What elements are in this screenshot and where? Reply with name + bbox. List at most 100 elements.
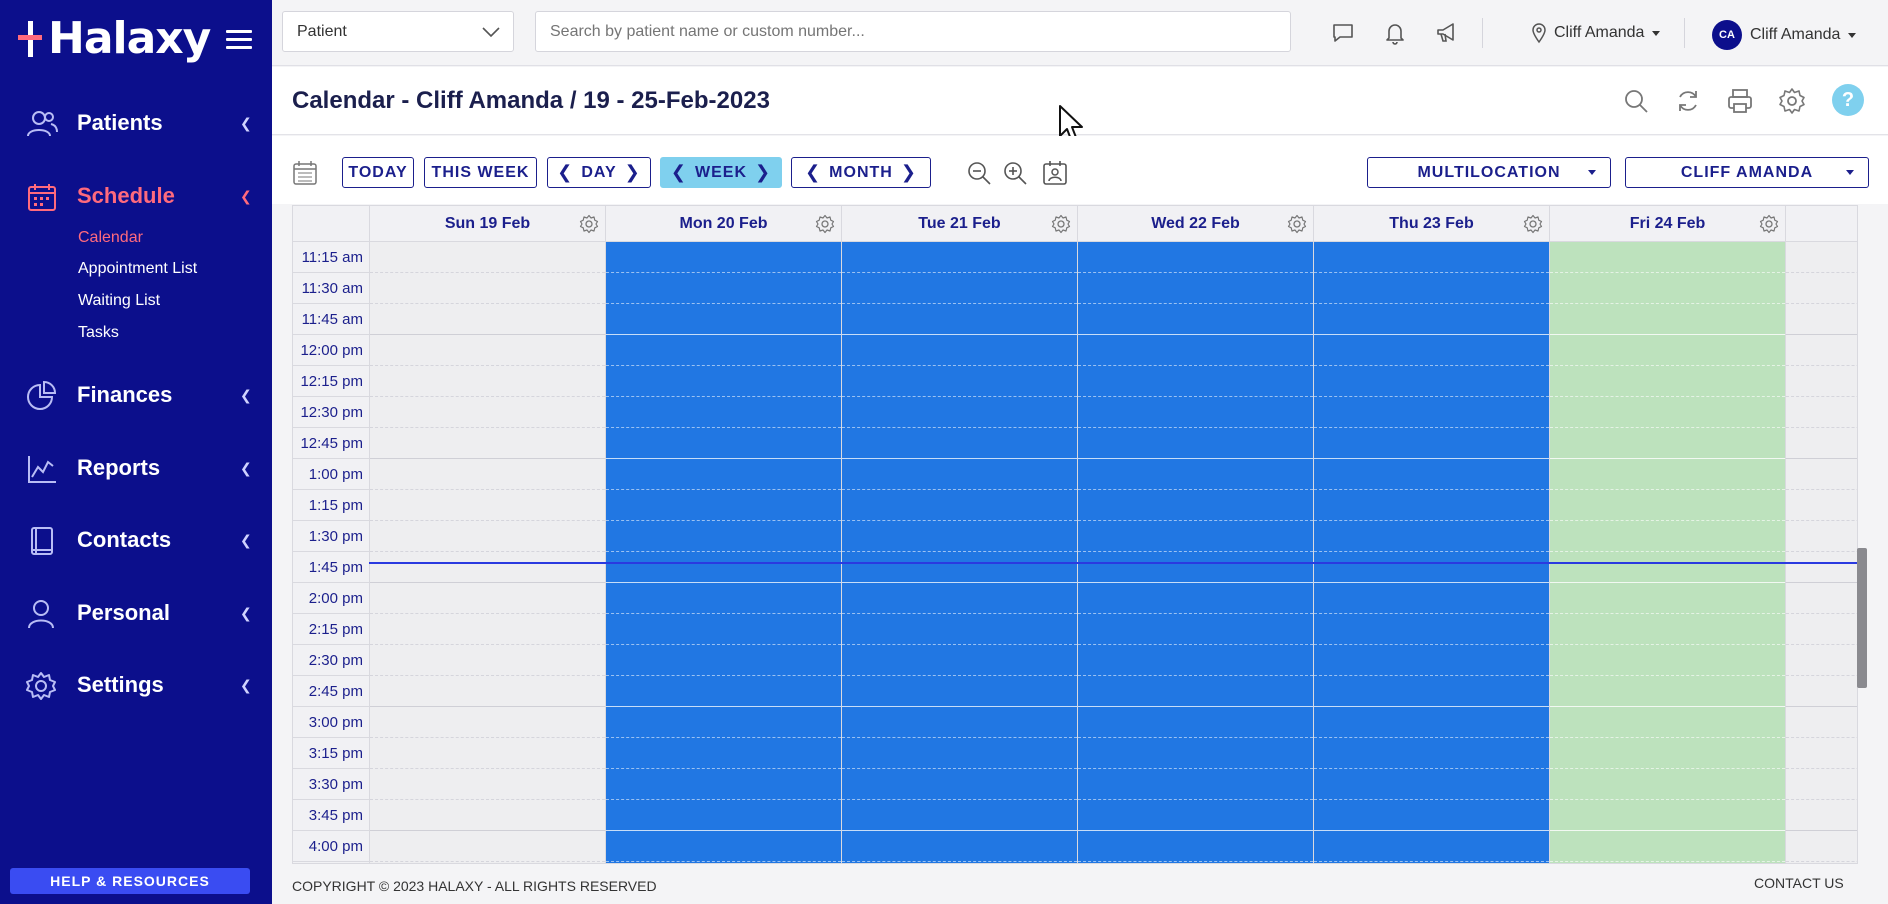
- today-button[interactable]: TODAY: [342, 157, 414, 188]
- day-header[interactable]: S: [1785, 206, 1857, 242]
- time-slot[interactable]: [1078, 707, 1313, 738]
- chevron-left-icon[interactable]: ❮: [663, 162, 695, 183]
- time-slot[interactable]: [1786, 614, 1857, 645]
- settings-gear-icon[interactable]: [1778, 87, 1806, 115]
- time-slot[interactable]: [1786, 521, 1857, 552]
- day-settings-gear-icon[interactable]: [1287, 214, 1307, 234]
- sidebar-item-schedule[interactable]: Schedule ❮: [0, 174, 272, 218]
- time-slot[interactable]: [370, 552, 605, 583]
- time-slot[interactable]: [370, 490, 605, 521]
- subnav-tasks[interactable]: Tasks: [78, 324, 119, 342]
- time-slot[interactable]: [1078, 614, 1313, 645]
- time-slot[interactable]: [370, 583, 605, 614]
- time-slot[interactable]: [1078, 769, 1313, 800]
- time-slot[interactable]: [842, 490, 1077, 521]
- time-slot[interactable]: [1550, 335, 1785, 366]
- time-slot[interactable]: [842, 521, 1077, 552]
- location-select[interactable]: Cliff Amanda: [1530, 20, 1661, 46]
- time-slot[interactable]: [1314, 583, 1549, 614]
- chevron-left-icon[interactable]: ❮: [797, 162, 829, 183]
- time-slot[interactable]: [1786, 242, 1857, 273]
- time-slot[interactable]: [842, 676, 1077, 707]
- time-slot[interactable]: [606, 583, 841, 614]
- time-slot[interactable]: [842, 800, 1077, 831]
- time-slot[interactable]: [606, 397, 841, 428]
- time-slot[interactable]: [1314, 676, 1549, 707]
- time-slot[interactable]: [370, 769, 605, 800]
- time-slot[interactable]: [1550, 831, 1785, 862]
- time-slot[interactable]: [1314, 242, 1549, 273]
- time-slot[interactable]: [1078, 521, 1313, 552]
- time-slot[interactable]: [1786, 552, 1857, 583]
- user-menu[interactable]: CA Cliff Amanda: [1712, 20, 1857, 50]
- time-slot[interactable]: [370, 335, 605, 366]
- subnav-appointment-list[interactable]: Appointment List: [78, 260, 197, 278]
- day-column[interactable]: [369, 242, 605, 863]
- time-slot[interactable]: [606, 676, 841, 707]
- time-slot[interactable]: [370, 521, 605, 552]
- day-column[interactable]: [841, 242, 1077, 863]
- time-slot[interactable]: [370, 800, 605, 831]
- day-header[interactable]: Fri 24 Feb: [1549, 206, 1785, 242]
- month-view-button[interactable]: ❮ MONTH ❯: [791, 157, 931, 188]
- time-slot[interactable]: [1550, 645, 1785, 676]
- sidebar-item-personal[interactable]: Personal ❮: [0, 591, 272, 635]
- time-slot[interactable]: [1550, 428, 1785, 459]
- time-slot[interactable]: [1786, 490, 1857, 521]
- time-slot[interactable]: [606, 304, 841, 335]
- time-slot[interactable]: [842, 769, 1077, 800]
- contact-card-icon[interactable]: [1042, 160, 1068, 186]
- time-slot[interactable]: [1314, 800, 1549, 831]
- time-slot[interactable]: [1314, 552, 1549, 583]
- search-icon[interactable]: [1622, 87, 1650, 115]
- time-slot[interactable]: [1550, 366, 1785, 397]
- menu-toggle-icon[interactable]: [226, 30, 252, 50]
- time-slot[interactable]: [1314, 707, 1549, 738]
- time-slot[interactable]: [1314, 428, 1549, 459]
- day-column[interactable]: [1313, 242, 1549, 863]
- contact-us-link[interactable]: CONTACT US: [1754, 875, 1844, 891]
- time-slot[interactable]: [1550, 583, 1785, 614]
- time-slot[interactable]: [606, 645, 841, 676]
- time-slot[interactable]: [1550, 552, 1785, 583]
- time-slot[interactable]: [1314, 397, 1549, 428]
- time-slot[interactable]: [1314, 459, 1549, 490]
- time-slot[interactable]: [1786, 645, 1857, 676]
- time-slot[interactable]: [1550, 490, 1785, 521]
- megaphone-icon[interactable]: [1434, 20, 1460, 46]
- time-slot[interactable]: [370, 273, 605, 304]
- time-slot[interactable]: [606, 831, 841, 862]
- time-slot[interactable]: [370, 707, 605, 738]
- time-slot[interactable]: [1078, 800, 1313, 831]
- refresh-icon[interactable]: [1674, 87, 1702, 115]
- time-slot[interactable]: [1550, 800, 1785, 831]
- patient-type-select[interactable]: Patient: [282, 11, 514, 52]
- time-slot[interactable]: [1550, 676, 1785, 707]
- time-slot[interactable]: [370, 831, 605, 862]
- time-slot[interactable]: [842, 366, 1077, 397]
- day-column[interactable]: [605, 242, 841, 863]
- time-slot[interactable]: [370, 428, 605, 459]
- time-slot[interactable]: [1078, 459, 1313, 490]
- time-slot[interactable]: [1314, 738, 1549, 769]
- subnav-calendar[interactable]: Calendar: [78, 229, 143, 247]
- sidebar-item-patients[interactable]: Patients ❮: [0, 101, 272, 145]
- time-slot[interactable]: [606, 738, 841, 769]
- time-slot[interactable]: [606, 366, 841, 397]
- day-header[interactable]: Mon 20 Feb: [605, 206, 841, 242]
- time-slot[interactable]: [1314, 614, 1549, 645]
- time-slot[interactable]: [1314, 366, 1549, 397]
- halaxy-logo[interactable]: Halaxy: [18, 14, 211, 64]
- time-slot[interactable]: [1786, 273, 1857, 304]
- time-slot[interactable]: [1786, 800, 1857, 831]
- time-slot[interactable]: [606, 242, 841, 273]
- time-slot[interactable]: [842, 335, 1077, 366]
- time-slot[interactable]: [1786, 831, 1857, 862]
- time-slot[interactable]: [606, 707, 841, 738]
- time-slot[interactable]: [1078, 273, 1313, 304]
- day-header[interactable]: Wed 22 Feb: [1077, 206, 1313, 242]
- time-slot[interactable]: [370, 614, 605, 645]
- time-slot[interactable]: [1314, 521, 1549, 552]
- time-slot[interactable]: [1078, 831, 1313, 862]
- chat-icon[interactable]: [1330, 20, 1356, 46]
